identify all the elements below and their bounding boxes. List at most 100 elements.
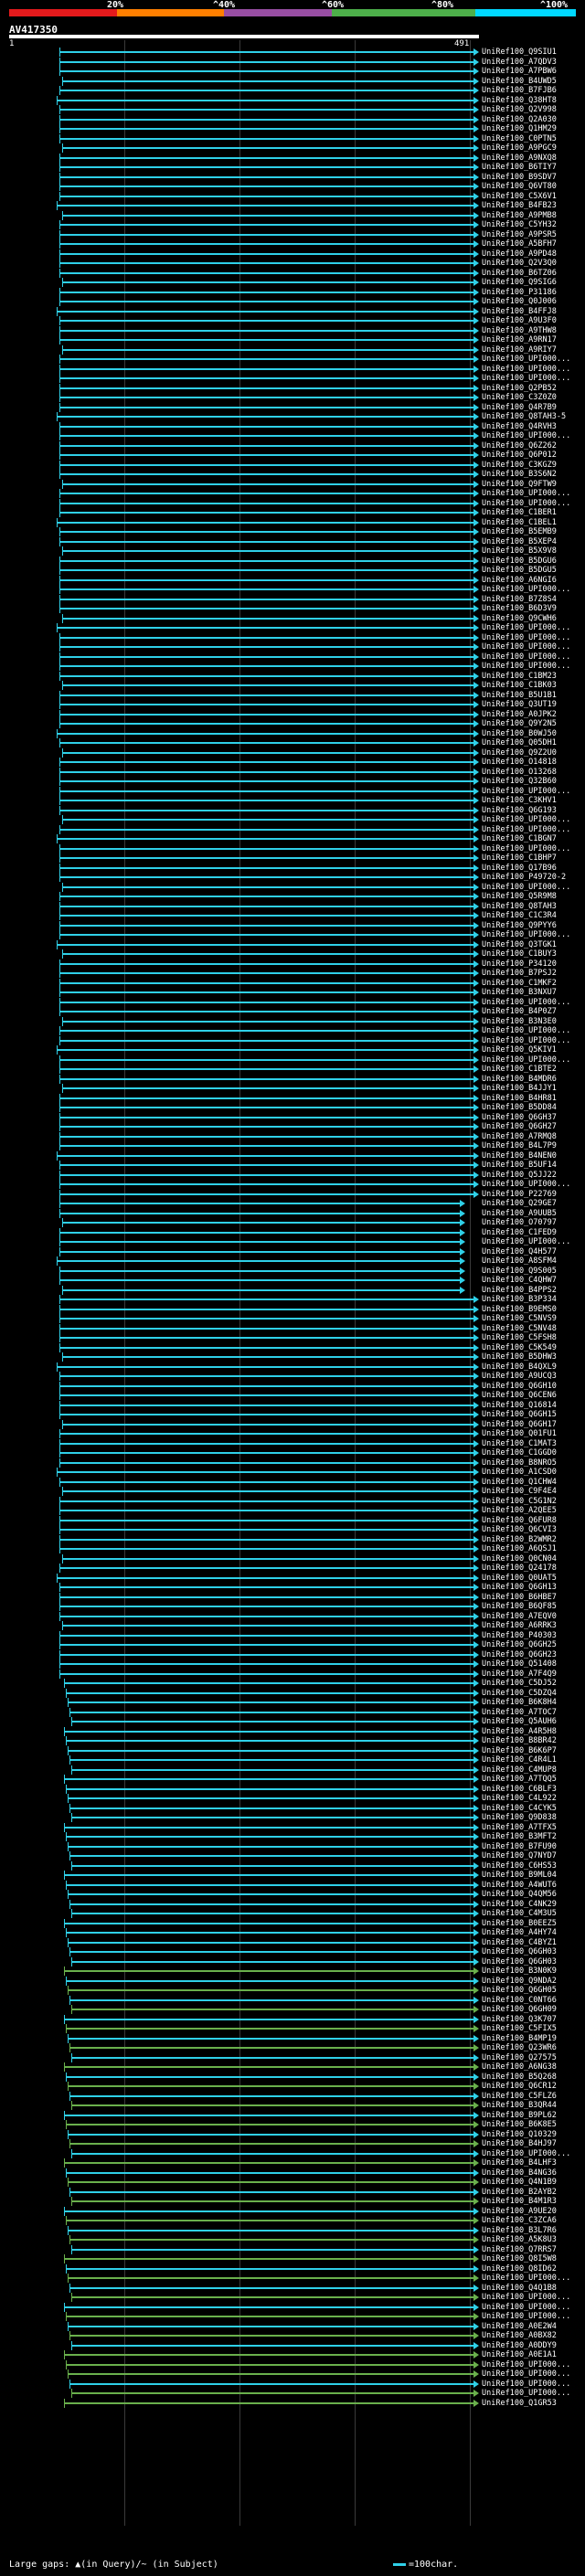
hit-label-link[interactable]: UniRef100_P34120 bbox=[482, 959, 582, 969]
hit-label-link[interactable]: UniRef100_B6D3V9 bbox=[482, 604, 582, 613]
hit-label-link[interactable]: UniRef100_C6HS53 bbox=[482, 1861, 582, 1871]
hit-label-link[interactable]: UniRef100_UPI000... bbox=[482, 652, 582, 662]
hit-label-link[interactable]: UniRef100_UPI000... bbox=[482, 499, 582, 508]
hit-label-link[interactable]: UniRef100_Q5JJ22 bbox=[482, 1171, 582, 1180]
hit-label-link[interactable]: UniRef100_B0EEZ5 bbox=[482, 1919, 582, 1928]
hit-label-link[interactable]: UniRef100_Q6GH10 bbox=[482, 1382, 582, 1391]
hit-label-link[interactable]: UniRef100_A5BFH7 bbox=[482, 239, 582, 249]
hit-label-link[interactable]: UniRef100_C5FLZ6 bbox=[482, 2092, 582, 2101]
hit-label-link[interactable]: UniRef100_C1BHP7 bbox=[482, 853, 582, 863]
hit-label-link[interactable]: UniRef100_Q9Z2U0 bbox=[482, 748, 582, 758]
hit-label-link[interactable]: UniRef100_Q6VT80 bbox=[482, 182, 582, 191]
hit-label-link[interactable]: UniRef100_C4QHW7 bbox=[482, 1276, 582, 1285]
hit-label-link[interactable]: UniRef100_C5K549 bbox=[482, 1343, 582, 1352]
hit-label-link[interactable]: UniRef100_Q05DH1 bbox=[482, 738, 582, 747]
hit-label-link[interactable]: UniRef100_Q4R7B9 bbox=[482, 403, 582, 412]
hit-label-link[interactable]: UniRef100_A4R5H8 bbox=[482, 1727, 582, 1736]
hit-label-link[interactable]: UniRef100_Q4N1B9 bbox=[482, 2178, 582, 2187]
hit-label-link[interactable]: UniRef100_B4UWD5 bbox=[482, 77, 582, 86]
hit-label-link[interactable]: UniRef100_Q6GH15 bbox=[482, 1410, 582, 1419]
hit-label-link[interactable]: UniRef100_O14818 bbox=[482, 758, 582, 767]
hit-label-link[interactable]: UniRef100_UPI000... bbox=[482, 1237, 582, 1246]
hit-label-link[interactable]: UniRef100_A0E2W4 bbox=[482, 2322, 582, 2331]
hit-label-link[interactable]: UniRef100_B4PPS2 bbox=[482, 1286, 582, 1295]
hit-label-link[interactable]: UniRef100_A7TQQ5 bbox=[482, 1775, 582, 1784]
hit-label-link[interactable]: UniRef100_Q0CN04 bbox=[482, 1554, 582, 1564]
hit-label-link[interactable]: UniRef100_UPI000... bbox=[482, 1055, 582, 1065]
hit-label-link[interactable]: UniRef100_Q3K707 bbox=[482, 2015, 582, 2024]
hit-label-link[interactable]: UniRef100_A7QDV3 bbox=[482, 58, 582, 67]
hit-label-link[interactable]: UniRef100_B3P334 bbox=[482, 1295, 582, 1304]
hit-label-link[interactable]: UniRef100_B3L7R6 bbox=[482, 2226, 582, 2235]
hit-label-link[interactable]: UniRef100_Q6GH17 bbox=[482, 1420, 582, 1429]
hit-label-link[interactable]: UniRef100_B5DHW3 bbox=[482, 1352, 582, 1362]
hit-label-link[interactable]: UniRef100_A5K8U3 bbox=[482, 2235, 582, 2244]
hit-label-link[interactable]: UniRef100_A0JPK2 bbox=[482, 710, 582, 719]
hit-label-link[interactable]: UniRef100_C5X6V1 bbox=[482, 192, 582, 201]
hit-label-link[interactable]: UniRef100_UPI000... bbox=[482, 2293, 582, 2302]
hit-label-link[interactable]: UniRef100_A4HY74 bbox=[482, 1928, 582, 1937]
hit-label-link[interactable]: UniRef100_Q4Q1B8 bbox=[482, 2284, 582, 2293]
hit-label-link[interactable]: UniRef100_B6QF85 bbox=[482, 1602, 582, 1611]
hit-label-link[interactable]: UniRef100_Q6GH13 bbox=[482, 1583, 582, 1592]
hit-label-link[interactable]: UniRef100_P40303 bbox=[482, 1631, 582, 1640]
hit-label-link[interactable]: UniRef100_C6BLF3 bbox=[482, 1785, 582, 1794]
hit-label-link[interactable]: UniRef100_Q9S005 bbox=[482, 1267, 582, 1276]
hit-label-link[interactable]: UniRef100_Q9CWH6 bbox=[482, 614, 582, 623]
hit-label-link[interactable]: UniRef100_C3KHV1 bbox=[482, 796, 582, 805]
hit-label-link[interactable]: UniRef100_B7Z8S4 bbox=[482, 595, 582, 604]
hit-label-link[interactable]: UniRef100_B3QR44 bbox=[482, 2101, 582, 2110]
hit-label-link[interactable]: UniRef100_A9RIY7 bbox=[482, 345, 582, 355]
hit-label-link[interactable]: UniRef100_A9UUB5 bbox=[482, 1209, 582, 1218]
hit-label-link[interactable]: UniRef100_B3NXU7 bbox=[482, 988, 582, 997]
hit-label-link[interactable]: UniRef100_Q6P012 bbox=[482, 451, 582, 460]
hit-label-link[interactable]: UniRef100_A0BX82 bbox=[482, 2331, 582, 2340]
hit-label-link[interactable]: UniRef100_Q32B60 bbox=[482, 777, 582, 786]
hit-label-link[interactable]: UniRef100_UPI000... bbox=[482, 2149, 582, 2158]
hit-label-link[interactable]: UniRef100_B4L7P9 bbox=[482, 1141, 582, 1150]
hit-label-link[interactable]: UniRef100_Q6GH25 bbox=[482, 1640, 582, 1649]
hit-label-link[interactable]: UniRef100_A6QSJ1 bbox=[482, 1544, 582, 1553]
hit-label-link[interactable]: UniRef100_UPI000... bbox=[482, 2389, 582, 2398]
hit-label-link[interactable]: UniRef100_B4NG36 bbox=[482, 2168, 582, 2178]
hit-label-link[interactable]: UniRef100_Q1HM29 bbox=[482, 124, 582, 133]
hit-label-link[interactable]: UniRef100_UPI000... bbox=[482, 883, 582, 892]
hit-label-link[interactable]: UniRef100_Q7NYD7 bbox=[482, 1851, 582, 1860]
hit-label-link[interactable]: UniRef100_B2AYB2 bbox=[482, 2188, 582, 2197]
hit-label-link[interactable]: UniRef100_Q1CHW4 bbox=[482, 1478, 582, 1487]
hit-label-link[interactable]: UniRef100_B4HR81 bbox=[482, 1094, 582, 1103]
hit-label-link[interactable]: UniRef100_A9PD48 bbox=[482, 249, 582, 259]
hit-label-link[interactable]: UniRef100_C1BTE2 bbox=[482, 1065, 582, 1074]
hit-label-link[interactable]: UniRef100_A2QEE5 bbox=[482, 1506, 582, 1515]
hit-label-link[interactable]: UniRef100_B4P0Z7 bbox=[482, 1007, 582, 1016]
hit-label-link[interactable]: UniRef100_Q2V3Q0 bbox=[482, 259, 582, 268]
hit-label-link[interactable]: UniRef100_A9PGC9 bbox=[482, 143, 582, 153]
hit-label-link[interactable]: UniRef100_Q2PB52 bbox=[482, 384, 582, 393]
hit-label-link[interactable]: UniRef100_Q6GH23 bbox=[482, 1650, 582, 1659]
hit-label-link[interactable]: UniRef100_A9RN17 bbox=[482, 335, 582, 345]
hit-label-link[interactable]: UniRef100_B5EMB9 bbox=[482, 527, 582, 536]
hit-label-link[interactable]: UniRef100_B6HBE7 bbox=[482, 1593, 582, 1602]
hit-label-link[interactable]: UniRef100_C1BEL1 bbox=[482, 518, 582, 527]
hit-label-link[interactable]: UniRef100_B6TZ06 bbox=[482, 269, 582, 278]
hit-label-link[interactable]: UniRef100_Q6CEN6 bbox=[482, 1391, 582, 1400]
hit-label-link[interactable]: UniRef100_Q8ID62 bbox=[482, 2264, 582, 2274]
hit-label-link[interactable]: UniRef100_B9PL62 bbox=[482, 2111, 582, 2120]
hit-label-link[interactable]: UniRef100_Q6GH03 bbox=[482, 1957, 582, 1966]
hit-label-link[interactable]: UniRef100_Q8I5W8 bbox=[482, 2254, 582, 2263]
hit-label-link[interactable]: UniRef100_Q6G193 bbox=[482, 806, 582, 815]
hit-label-link[interactable]: UniRef100_Q8TAH3-5 bbox=[482, 412, 582, 421]
hit-label-link[interactable]: UniRef100_Q6GH37 bbox=[482, 1113, 582, 1122]
hit-label-link[interactable]: UniRef100_Q0J006 bbox=[482, 297, 582, 306]
hit-label-link[interactable]: UniRef100_Q4H577 bbox=[482, 1247, 582, 1256]
hit-label-link[interactable]: UniRef100_A8SFM4 bbox=[482, 1256, 582, 1266]
hit-label-link[interactable]: UniRef100_A7RMQ8 bbox=[482, 1132, 582, 1141]
hit-label-link[interactable]: UniRef100_C9F4E4 bbox=[482, 1487, 582, 1496]
hit-label-link[interactable]: UniRef100_C1FED9 bbox=[482, 1228, 582, 1237]
hit-label-link[interactable]: UniRef100_Q9NDA2 bbox=[482, 1977, 582, 1986]
hit-label-link[interactable]: UniRef100_Q6GH27 bbox=[482, 1122, 582, 1131]
hit-label-link[interactable]: UniRef100_A9UE20 bbox=[482, 2207, 582, 2216]
hit-label-link[interactable]: UniRef100_B5X9V8 bbox=[482, 546, 582, 556]
hit-label-link[interactable]: UniRef100_Q3UT19 bbox=[482, 700, 582, 709]
hit-label-link[interactable]: UniRef100_UPI000... bbox=[482, 787, 582, 796]
